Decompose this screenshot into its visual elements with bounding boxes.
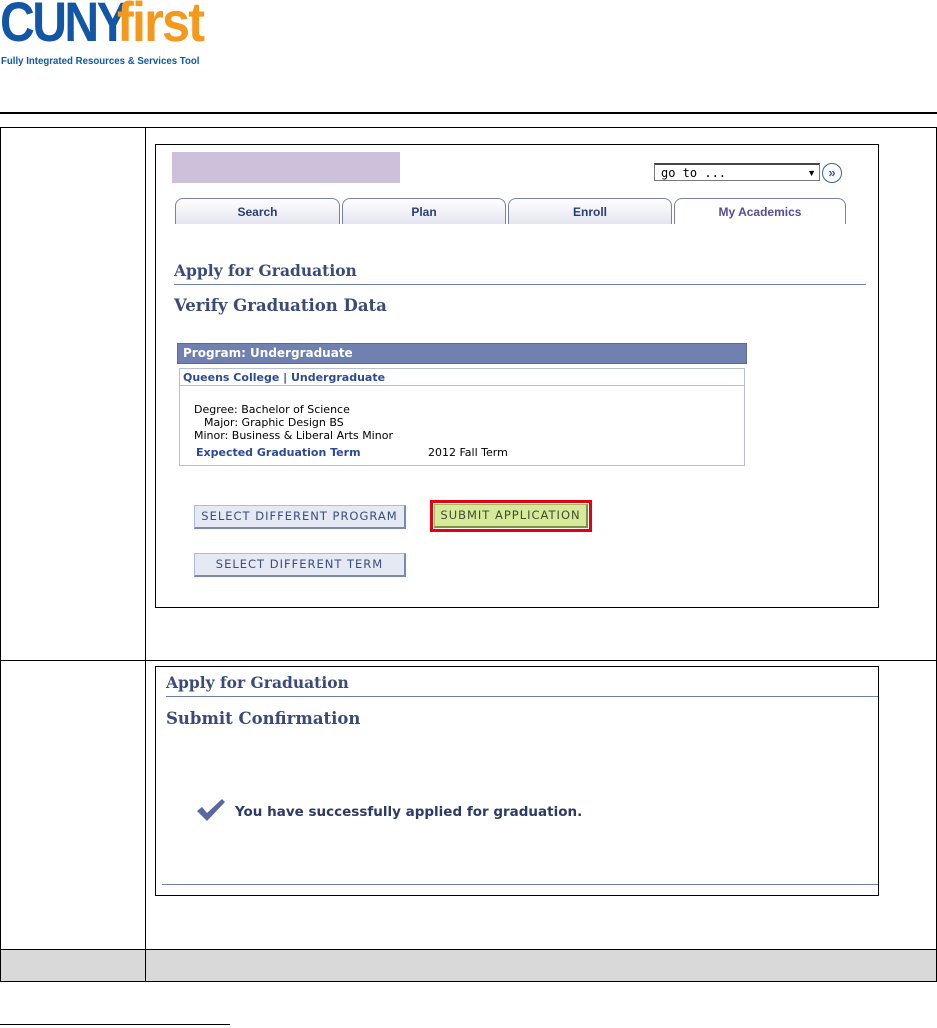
goto-go-icon[interactable]: » — [822, 163, 842, 183]
table-cell-footer — [145, 949, 937, 982]
table-cell-step — [0, 660, 146, 950]
highlight-box — [430, 500, 592, 532]
select-different-term-button[interactable]: SELECT DIFFERENT TERM — [194, 553, 406, 577]
tab-search[interactable]: Search — [175, 198, 340, 224]
footnote-divider — [0, 1024, 230, 1025]
page-title: Apply for Graduation — [166, 673, 349, 692]
bottom-divider — [162, 884, 878, 885]
logo-cuny-text: CUNY — [0, 0, 129, 53]
tab-bar: Search Plan Enroll My Academics — [174, 198, 878, 224]
expected-term-value: 2012 Fall Term — [428, 446, 508, 459]
dropdown-arrow-icon: ▼ — [807, 168, 816, 178]
verify-graduation-screenshot: go to ... ▼ » Search Plan Enroll My Acad… — [155, 144, 879, 608]
tab-my-academics[interactable]: My Academics — [674, 198, 846, 224]
goto-select[interactable]: go to ... ▼ — [654, 163, 820, 181]
minor-text: Minor: Business & Liberal Arts Minor — [194, 429, 393, 442]
title-divider — [166, 696, 878, 697]
goto-select-value: go to ... — [661, 166, 727, 180]
select-different-program-button[interactable]: SELECT DIFFERENT PROGRAM — [194, 505, 406, 529]
logo-wordmark: CUNY first — [0, 0, 205, 53]
name-redaction-bar — [172, 152, 400, 183]
table-cell-step — [0, 127, 146, 661]
table-cell-footer — [0, 949, 146, 982]
logo-tagline: Fully Integrated Resources & Services To… — [1, 55, 200, 67]
section-title: Verify Graduation Data — [174, 296, 387, 315]
program-details-box: Queens College | Undergraduate Degree: B… — [179, 368, 745, 466]
tab-plan[interactable]: Plan — [342, 198, 506, 224]
header-divider — [0, 112, 937, 114]
program-header: Program: Undergraduate — [177, 343, 747, 364]
checkmark-icon — [197, 799, 225, 821]
tab-enroll[interactable]: Enroll — [508, 198, 672, 224]
cunyfirst-logo: CUNY first Fully Integrated Resources & … — [0, 0, 240, 70]
success-message: You have successfully applied for gradua… — [235, 804, 583, 820]
logo-first-text: first — [117, 0, 205, 53]
expected-term-label: Expected Graduation Term — [196, 446, 361, 459]
program-institution: Queens College | Undergraduate — [180, 369, 744, 386]
section-title: Submit Confirmation — [166, 709, 361, 728]
degree-text: Degree: Bachelor of Science — [194, 403, 350, 416]
submit-confirmation-screenshot: Apply for Graduation Submit Confirmation… — [155, 666, 879, 896]
major-text: Major: Graphic Design BS — [204, 416, 344, 429]
page-title: Apply for Graduation — [174, 261, 357, 280]
title-divider — [174, 284, 866, 285]
